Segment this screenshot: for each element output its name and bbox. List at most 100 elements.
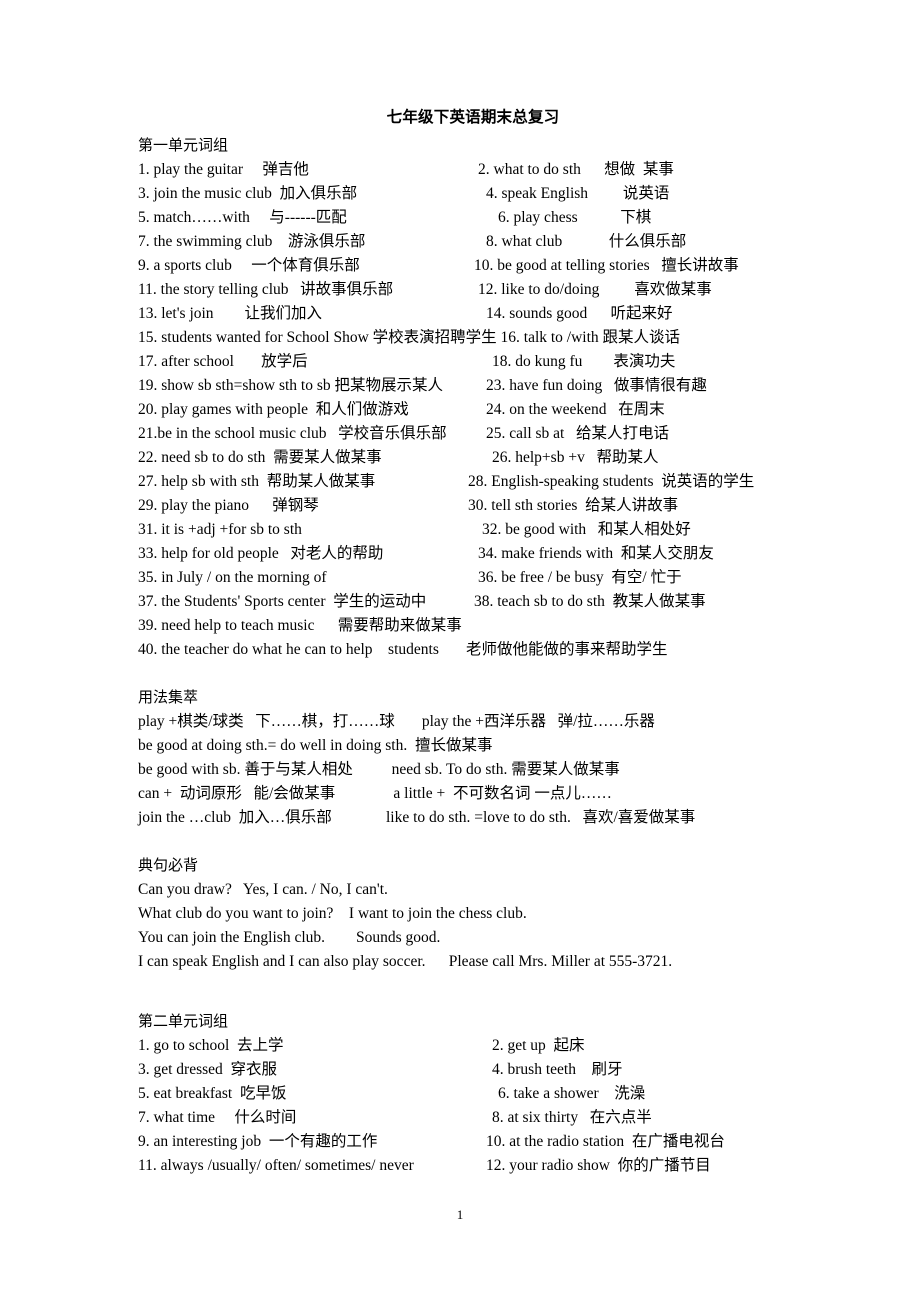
spacer-after-unit1 <box>138 662 798 686</box>
unit1-phrase-right-cell <box>468 614 798 638</box>
unit2-phrase-right-cell: 2. get up 起床 <box>492 1037 585 1054</box>
unit1-phrase-row: 17. after school 放学后 18. do kung fu 表演功夫 <box>138 350 798 374</box>
unit1-phrase-row: 11. the story telling club 讲故事俱乐部 12. lik… <box>138 278 798 302</box>
sentences-line-list: Can you draw? Yes, I can. / No, I can't.… <box>138 878 798 974</box>
unit2-phrase-right-cell: 12. your radio show 你的广播节目 <box>486 1157 711 1174</box>
unit1-phrase-right-cell: 34. make friends with 和某人交朋友 <box>478 545 714 562</box>
unit1-phrase-left-cell: 31. it is +adj +for sb to sth <box>138 521 302 538</box>
unit1-phrase-row: 15. students wanted for School Show 学校表演… <box>138 326 798 350</box>
page-title: 七年级下英语期末总复习 <box>386 109 560 126</box>
unit1-phrase-row: 37. the Students' Sports center 学生的运动中 38… <box>138 590 798 614</box>
unit1-phrase-row: 20. play games with people 和人们做游戏 24. on … <box>138 398 798 422</box>
unit1-phrase-left-cell: 40. the teacher do what he can to help s… <box>138 641 668 658</box>
unit1-phrase-right-cell: 18. do kung fu 表演功夫 <box>492 353 676 370</box>
unit1-phrase-right-cell: 2. what to do sth 想做 某事 <box>478 161 674 178</box>
unit1-phrase-right-cell: 10. be good at telling stories 擅长讲故事 <box>474 257 739 274</box>
unit2-phrase-row: 7. what time 什么时间 8. at six thirty 在六点半 <box>138 1106 798 1130</box>
unit1-phrase-left-cell: 9. a sports club 一个体育俱乐部 <box>138 257 360 274</box>
sentence-line: I can speak English and I can also play … <box>138 953 673 970</box>
sentence-line: You can join the English club. Sounds go… <box>138 929 441 946</box>
unit1-phrase-row: 31. it is +adj +for sb to sth 32. be good… <box>138 518 798 542</box>
sentences-heading: 典句必背 <box>138 858 199 874</box>
unit1-phrase-right-cell: 36. be free / be busy 有空/ 忙于 <box>478 569 682 586</box>
unit1-phrase-right-cell: 25. call sb at 给某人打电话 <box>486 425 669 442</box>
unit1-phrase-right-cell: 6. play chess 下棋 <box>498 209 652 226</box>
usage-line-list: play +棋类/球类 下……棋，打……球 play the +西洋乐器 弹/拉… <box>138 710 798 830</box>
unit1-phrase-right-cell: 12. like to do/doing 喜欢做某事 <box>478 281 712 298</box>
unit1-phrase-list: 1. play the guitar 弹吉他 2. what to do sth … <box>138 158 798 662</box>
unit2-phrase-right-cell: 8. at six thirty 在六点半 <box>492 1109 652 1126</box>
unit2-phrase-right-cell: 10. at the radio station 在广播电视台 <box>486 1133 725 1150</box>
unit1-phrase-left-cell: 33. help for old people 对老人的帮助 <box>138 545 384 562</box>
page-number: 1 <box>456 1207 464 1222</box>
usage-line: be good at doing sth.= do well in doing … <box>138 737 493 754</box>
unit1-phrase-row: 40. the teacher do what he can to help s… <box>138 638 798 662</box>
unit1-phrase-row: 27. help sb with sth 帮助某人做某事 28. English-… <box>138 470 798 494</box>
unit1-phrase-left-cell: 1. play the guitar 弹吉他 <box>138 161 309 178</box>
spacer-before-unit2 <box>138 998 798 1010</box>
unit1-phrase-left-cell: 35. in July / on the morning of <box>138 569 327 586</box>
unit1-phrase-right-cell: 14. sounds good 听起来好 <box>486 305 673 322</box>
spacer-after-usage <box>138 830 798 854</box>
unit1-phrase-row: 35. in July / on the morning of 36. be fr… <box>138 566 798 590</box>
unit1-phrase-right-cell: 8. what club 什么俱乐部 <box>486 233 687 250</box>
unit2-phrase-row: 3. get dressed 穿衣服 4. brush teeth 刷牙 <box>138 1058 798 1082</box>
unit2-phrase-left-cell: 9. an interesting job 一个有趣的工作 <box>138 1133 378 1150</box>
spacer-after-sentences <box>138 974 798 998</box>
sentence-line: What club do you want to join? I want to… <box>138 905 527 922</box>
unit1-heading: 第一单元词组 <box>138 138 229 154</box>
unit1-phrase-left-cell: 13. let's join 让我们加入 <box>138 305 323 322</box>
unit1-phrase-row: 7. the swimming club 游泳俱乐部 8. what club 什… <box>138 230 798 254</box>
unit1-phrase-right-cell: 32. be good with 和某人相处好 <box>482 521 691 538</box>
usage-line: be good with sb. 善于与某人相处 need sb. To do … <box>138 761 620 778</box>
unit2-phrase-list: 1. go to school 去上学 2. get up 起床 3. get dr… <box>138 1034 798 1178</box>
unit1-phrase-right-cell: 24. on the weekend 在周末 <box>486 401 665 418</box>
usage-line: can + 动词原形 能/会做某事 a little + 不可数名词 一点儿…… <box>138 785 612 802</box>
unit1-phrase-row: 22. need sb to do sth 需要某人做某事 26. help+sb… <box>138 446 798 470</box>
unit2-phrase-row: 5. eat breakfast 吃早饭 6. take a shower 洗澡 <box>138 1082 798 1106</box>
unit1-phrase-right-cell: 38. teach sb to do sth 教某人做某事 <box>474 593 706 610</box>
unit1-phrase-row: 19. show sb sth=show sth to sb 把某物展示某人 23… <box>138 374 798 398</box>
unit1-phrase-row: 9. a sports club 一个体育俱乐部 10. be good at t… <box>138 254 798 278</box>
unit2-phrase-left-cell: 3. get dressed 穿衣服 <box>138 1061 278 1078</box>
unit1-phrase-right-cell: 28. English-speaking students 说英语的学生 <box>468 473 755 490</box>
unit2-phrase-right-cell: 6. take a shower 洗澡 <box>498 1085 646 1102</box>
unit1-phrase-left-cell: 11. the story telling club 讲故事俱乐部 <box>138 281 394 298</box>
unit2-phrase-left-cell: 7. what time 什么时间 <box>138 1109 297 1126</box>
unit1-phrase-left-cell: 22. need sb to do sth 需要某人做某事 <box>138 449 382 466</box>
usage-line: join the …club 加入…俱乐部 like to do sth. =l… <box>138 809 696 826</box>
unit1-phrase-left-cell: 20. play games with people 和人们做游戏 <box>138 401 409 418</box>
unit1-phrase-row: 21.be in the school music club 学校音乐俱乐部 25… <box>138 422 798 446</box>
unit1-phrase-right-cell: 4. speak English 说英语 <box>486 185 670 202</box>
unit1-phrase-left-cell: 37. the Students' Sports center 学生的运动中 <box>138 593 427 610</box>
unit2-heading: 第二单元词组 <box>138 1014 229 1030</box>
unit2-phrase-left-cell: 11. always /usually/ often/ sometimes/ n… <box>138 1157 414 1174</box>
unit1-phrase-row: 1. play the guitar 弹吉他 2. what to do sth … <box>138 158 798 182</box>
usage-heading: 用法集萃 <box>138 690 199 706</box>
unit2-phrase-left-cell: 1. go to school 去上学 <box>138 1037 284 1054</box>
unit1-phrase-right-cell: 23. have fun doing 做事情很有趣 <box>486 377 707 394</box>
unit2-phrase-right-cell: 4. brush teeth 刷牙 <box>492 1061 623 1078</box>
unit1-phrase-right-cell: 26. help+sb +v 帮助某人 <box>492 449 659 466</box>
unit1-phrase-row: 5. match……with 与------匹配 6. play chess 下棋 <box>138 206 798 230</box>
usage-line: play +棋类/球类 下……棋，打……球 play the +西洋乐器 弹/拉… <box>138 713 655 730</box>
unit1-phrase-left-cell: 21.be in the school music club 学校音乐俱乐部 <box>138 425 447 442</box>
document-body: 七年级下英语期末总复习 第一单元词组 1. play the guitar 弹吉… <box>138 108 798 1178</box>
unit1-phrase-left-cell: 5. match……with 与------匹配 <box>138 209 347 226</box>
unit1-phrase-left-cell: 7. the swimming club 游泳俱乐部 <box>138 233 366 250</box>
document-page: 七年级下英语期末总复习 第一单元词组 1. play the guitar 弹吉… <box>0 0 920 1302</box>
unit1-phrase-left-cell: 39. need help to teach music 需要帮助来做某事 <box>138 617 462 634</box>
unit1-phrase-left-cell: 29. play the piano 弹钢琴 <box>138 497 319 514</box>
unit1-phrase-left-cell: 19. show sb sth=show sth to sb 把某物展示某人 <box>138 377 443 394</box>
unit1-phrase-left-cell: 15. students wanted for School Show 学校表演… <box>138 329 681 346</box>
unit1-phrase-row: 13. let's join 让我们加入 14. sounds good 听起来好 <box>138 302 798 326</box>
unit1-phrase-left-cell: 17. after school 放学后 <box>138 353 308 370</box>
unit2-phrase-row: 1. go to school 去上学 2. get up 起床 <box>138 1034 798 1058</box>
unit1-phrase-left-cell: 27. help sb with sth 帮助某人做某事 <box>138 473 376 490</box>
sentence-line: Can you draw? Yes, I can. / No, I can't. <box>138 881 388 898</box>
unit2-phrase-left-cell: 5. eat breakfast 吃早饭 <box>138 1085 287 1102</box>
unit2-phrase-row: 11. always /usually/ often/ sometimes/ n… <box>138 1154 798 1178</box>
unit1-phrase-row: 3. join the music club 加入俱乐部 4. speak Eng… <box>138 182 798 206</box>
unit1-phrase-row: 39. need help to teach music 需要帮助来做某事 <box>138 614 798 638</box>
unit1-phrase-row: 29. play the piano 弹钢琴 30. tell sth stori… <box>138 494 798 518</box>
